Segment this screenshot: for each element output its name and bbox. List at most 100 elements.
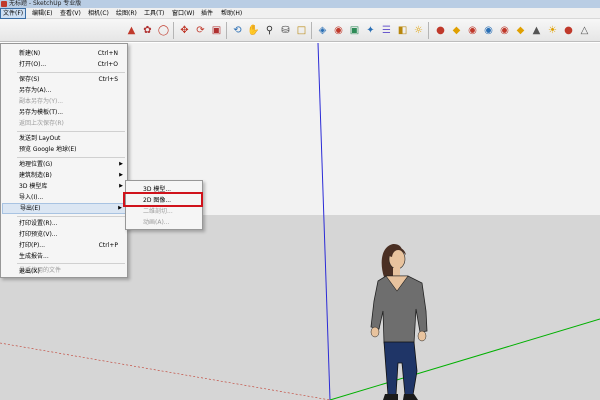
menu-item-save-as-template[interactable]: 另存为模板(T)... [2,107,126,118]
toolbar-separator [428,22,429,39]
menu-item-exit[interactable]: 退出(X) [2,266,126,277]
ruby-console-icon[interactable]: ● [561,23,576,38]
photo-textures-icon[interactable]: ◆ [449,23,464,38]
submenu-item-label: 动画(A)... [143,219,170,226]
menu-separator [17,157,125,158]
menu-item-label: 退出(X) [19,268,40,275]
menu-tools[interactable]: 工具(T) [142,8,166,19]
menu-item-export[interactable]: 导出(E) ▶ [2,203,126,214]
shortcut-label: Ctrl+N [97,50,118,57]
menu-item-label: 地理位置(G) [19,161,53,168]
menu-item-revert: 返回上次保存(R) [2,118,126,129]
menu-item-send-to-layout[interactable]: 发送到 LayOut [2,133,126,144]
menu-item-label: 发送到 LayOut [19,135,61,142]
menu-item-label: 导入(I)... [19,194,44,201]
menu-file[interactable]: 文件(F) [0,8,27,19]
submenu-item-export-animation: 动画(A)... [127,217,201,228]
menu-window[interactable]: 窗口(W) [170,8,197,19]
menu-draw[interactable]: 绘图(R) [114,8,139,19]
person-right-hand [417,330,427,342]
menu-item-label: 导出(E) [20,205,41,212]
person-neck [393,268,400,276]
materials-icon[interactable]: ◉ [331,23,346,38]
styles-icon[interactable]: ✦ [363,23,378,38]
submenu-arrow-icon: ▶ [119,183,123,189]
menu-item-3d-warehouse[interactable]: 3D 模型库 ▶ [2,181,126,192]
menu-item-print-setup[interactable]: 打印设置(R)... [2,218,126,229]
geo-location-icon[interactable]: ● [433,23,448,38]
scale-icon[interactable]: ▣ [209,23,224,38]
menu-item-generate-report[interactable]: 生成报告... [2,251,126,262]
menu-separator [17,131,125,132]
move-icon[interactable]: ✥ [177,23,192,38]
pan-icon[interactable]: ✋ [246,23,261,38]
menu-item-label: 返回上次保存(R) [19,120,64,127]
submenu-arrow-icon: ▶ [118,205,122,211]
toolbar-separator [311,22,312,39]
menu-item-new[interactable]: 新建(N) Ctrl+N [2,48,126,59]
menu-item-label: 保存(S) [19,76,40,83]
submenu-item-label: 二维剖切... [143,208,173,215]
title-bar: 无标题 - SketchUp 专业版 [0,0,600,8]
rotate-icon[interactable]: ⟳ [193,23,208,38]
menu-item-building-maker[interactable]: 建筑制造(B) ▶ [2,170,126,181]
annotation-highlight-box [123,192,203,207]
shortcut-label: Ctrl+O [97,61,118,68]
file-menu-dropdown: 新建(N) Ctrl+N 打开(O)... Ctrl+O 保存(S) Ctrl+S 另… [0,43,128,278]
section-plane-icon[interactable]: ◈ [315,23,330,38]
menu-item-label: 新建(N) [19,50,41,57]
menu-bar: 文件(F) 编辑(E) 查看(V) 相机(C) 绘图(R) 工具(T) 窗口(W… [0,8,600,19]
menu-plugins[interactable]: 插件 [199,8,215,19]
orbit-icon[interactable]: ⟲ [230,23,245,38]
menu-view[interactable]: 查看(V) [58,8,83,19]
menu-item-label: 打印设置(R)... [19,220,58,227]
get-models-icon[interactable]: ◉ [481,23,496,38]
main-toolbar: ▲ ✿ ◯ ✥ ⟳ ▣ ⟲ ✋ ⚲ ⛁ □ ◈ ◉ ▣ ✦ ☰ ◧ ☼ ● ◆ … [0,19,600,42]
menu-item-label: 打印预览(V)... [19,231,58,238]
toolbar-separator [226,22,227,39]
menu-separator [17,216,125,217]
menu-item-save-copy-as: 副本另存为(Y)... [2,96,126,107]
menu-item-geo-location[interactable]: 地理位置(G) ▶ [2,159,126,170]
submenu-arrow-icon: ▶ [119,172,123,178]
shortcut-label: Ctrl+P [98,242,118,249]
menu-item-print[interactable]: 打印(P)... Ctrl+P [2,240,126,251]
scenes-icon[interactable]: ◧ [395,23,410,38]
zoom-icon[interactable]: ⚲ [262,23,277,38]
menu-item-label: 生成报告... [19,253,49,260]
menu-item-label: 打印(P)... [19,242,46,249]
menu-item-save[interactable]: 保存(S) Ctrl+S [2,74,126,85]
submenu-arrow-icon: ▶ [119,161,123,167]
sandbox-icon[interactable]: △ [577,23,592,38]
push-pull-icon[interactable]: ▲ [124,23,139,38]
share-model-icon[interactable]: ◉ [497,23,512,38]
model-info-icon[interactable]: ◉ [465,23,480,38]
menu-camera[interactable]: 相机(C) [86,8,111,19]
menu-item-label: 3D 模型库 [19,183,48,190]
menu-item-save-as[interactable]: 另存为(A)... [2,85,126,96]
zoom-extents-icon[interactable]: □ [294,23,309,38]
share-component-icon[interactable]: ◆ [513,23,528,38]
menu-item-open[interactable]: 打开(O)... Ctrl+O [2,59,126,70]
menu-item-print-preview[interactable]: 打印预览(V)... [2,229,126,240]
menu-item-label: 另存为模板(T)... [19,109,64,116]
3d-warehouse-icon[interactable]: ▲ [529,23,544,38]
menu-item-label: 另存为(A)... [19,87,52,94]
zoom-window-icon[interactable]: ⛁ [278,23,293,38]
menu-item-import[interactable]: 导入(I)... [2,192,126,203]
offset-icon[interactable]: ◯ [156,23,171,38]
toolbar-separator [173,22,174,39]
menu-item-preview-google-earth[interactable]: 预览 Google 地球(E) [2,144,126,155]
sketchup-logo-icon [1,1,7,7]
menu-separator [17,72,125,73]
layers-icon[interactable]: ☰ [379,23,394,38]
menu-item-label: 副本另存为(Y)... [19,98,64,105]
follow-me-icon[interactable]: ✿ [140,23,155,38]
menu-edit[interactable]: 编辑(E) [30,8,54,19]
menu-item-label: 建筑制造(B) [19,172,52,179]
components-icon[interactable]: ▣ [347,23,362,38]
menu-help[interactable]: 帮助(H) [219,8,244,19]
sun-icon[interactable]: ☀ [545,23,560,38]
shadows-icon[interactable]: ☼ [411,23,426,38]
window-title: 无标题 - SketchUp 专业版 [9,0,82,7]
